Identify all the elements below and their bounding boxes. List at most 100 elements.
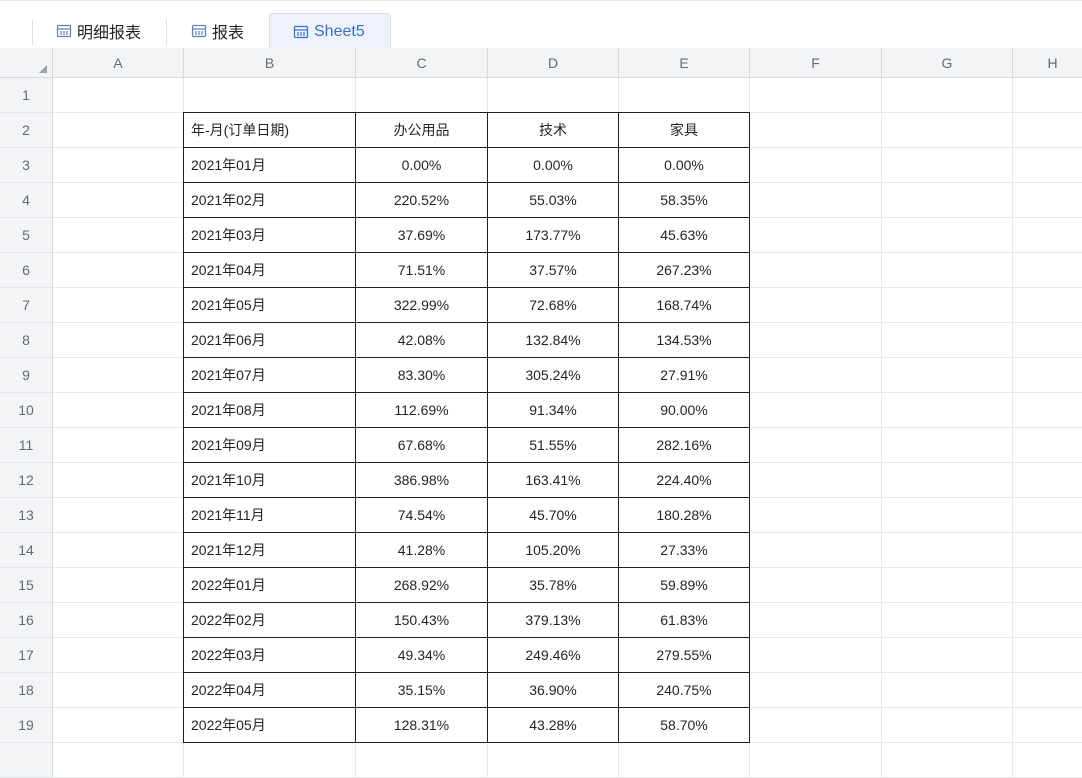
cell[interactable] [750,743,882,778]
cell[interactable] [53,533,184,568]
cell[interactable] [53,568,184,603]
value-cell[interactable]: 58.35% [619,183,750,218]
cell[interactable] [750,673,882,708]
cell[interactable] [356,78,488,113]
cell[interactable] [750,638,882,673]
date-cell[interactable]: 2021年01月 [184,148,356,183]
date-cell[interactable]: 2022年04月 [184,673,356,708]
date-cell[interactable]: 2022年02月 [184,603,356,638]
cell[interactable] [619,78,750,113]
cell[interactable] [750,568,882,603]
cell[interactable] [1013,358,1082,393]
cell[interactable] [882,708,1013,743]
tab-sheet5[interactable]: Sheet5 [269,13,391,49]
select-all-corner[interactable] [0,48,53,78]
value-cell[interactable]: 59.89% [619,568,750,603]
cell[interactable] [882,673,1013,708]
cell[interactable] [882,253,1013,288]
cell[interactable] [882,743,1013,778]
cell[interactable] [882,323,1013,358]
cell[interactable] [882,183,1013,218]
cell[interactable] [750,533,882,568]
cell[interactable] [1013,428,1082,463]
cell[interactable] [53,218,184,253]
cell[interactable] [750,288,882,323]
cell[interactable] [750,358,882,393]
row-header-12[interactable]: 12 [0,463,53,498]
value-cell[interactable]: 0.00% [619,148,750,183]
date-cell[interactable]: 2021年06月 [184,323,356,358]
row-header-5[interactable]: 5 [0,218,53,253]
column-header-c[interactable]: C [356,48,488,78]
date-cell[interactable]: 2021年08月 [184,393,356,428]
value-cell[interactable]: 132.84% [488,323,619,358]
cell[interactable] [1013,638,1082,673]
value-cell[interactable]: 240.75% [619,673,750,708]
cell[interactable] [750,183,882,218]
tab-detail-report[interactable]: 明细报表 [52,13,145,49]
value-cell[interactable]: 51.55% [488,428,619,463]
value-cell[interactable]: 0.00% [488,148,619,183]
table-header-cell[interactable]: 技术 [488,113,619,148]
cell[interactable] [619,743,750,778]
value-cell[interactable]: 27.33% [619,533,750,568]
cell[interactable] [750,323,882,358]
value-cell[interactable]: 322.99% [356,288,488,323]
date-cell[interactable]: 2021年02月 [184,183,356,218]
tab-report[interactable]: 报表 [187,13,248,49]
cell[interactable] [882,498,1013,533]
value-cell[interactable]: 35.78% [488,568,619,603]
value-cell[interactable]: 268.92% [356,568,488,603]
row-header-8[interactable]: 8 [0,323,53,358]
cell[interactable] [1013,393,1082,428]
cell[interactable] [53,673,184,708]
cell[interactable] [882,358,1013,393]
cell[interactable] [750,148,882,183]
cell[interactable] [1013,78,1082,113]
cell[interactable] [750,113,882,148]
row-header-13[interactable]: 13 [0,498,53,533]
cell[interactable] [356,743,488,778]
table-header-cell[interactable]: 家具 [619,113,750,148]
cell[interactable] [882,288,1013,323]
date-cell[interactable]: 2022年01月 [184,568,356,603]
row-header-18[interactable]: 18 [0,673,53,708]
cell[interactable] [53,498,184,533]
date-cell[interactable]: 2021年05月 [184,288,356,323]
cell[interactable] [53,708,184,743]
row-header-2[interactable]: 2 [0,113,53,148]
value-cell[interactable]: 27.91% [619,358,750,393]
value-cell[interactable]: 43.28% [488,708,619,743]
date-cell[interactable]: 2021年04月 [184,253,356,288]
value-cell[interactable]: 150.43% [356,603,488,638]
cell[interactable] [53,288,184,323]
value-cell[interactable]: 128.31% [356,708,488,743]
cell[interactable] [53,638,184,673]
cell[interactable] [1013,148,1082,183]
row-header-9[interactable]: 9 [0,358,53,393]
cell[interactable] [53,78,184,113]
cell[interactable] [1013,743,1082,778]
cell[interactable] [750,253,882,288]
value-cell[interactable]: 35.15% [356,673,488,708]
value-cell[interactable]: 67.68% [356,428,488,463]
cell[interactable] [53,358,184,393]
row-header-10[interactable]: 10 [0,393,53,428]
value-cell[interactable]: 0.00% [356,148,488,183]
value-cell[interactable]: 134.53% [619,323,750,358]
cell[interactable] [1013,288,1082,323]
value-cell[interactable]: 386.98% [356,463,488,498]
date-cell[interactable]: 2021年07月 [184,358,356,393]
column-header-b[interactable]: B [184,48,356,78]
cell[interactable] [1013,673,1082,708]
cell[interactable] [1013,498,1082,533]
value-cell[interactable]: 49.34% [356,638,488,673]
cell[interactable] [882,148,1013,183]
value-cell[interactable]: 91.34% [488,393,619,428]
cell[interactable] [53,393,184,428]
value-cell[interactable]: 58.70% [619,708,750,743]
table-header-cell[interactable]: 年-月(订单日期) [184,113,356,148]
row-header-14[interactable]: 14 [0,533,53,568]
cell[interactable] [750,603,882,638]
column-header-g[interactable]: G [882,48,1013,78]
